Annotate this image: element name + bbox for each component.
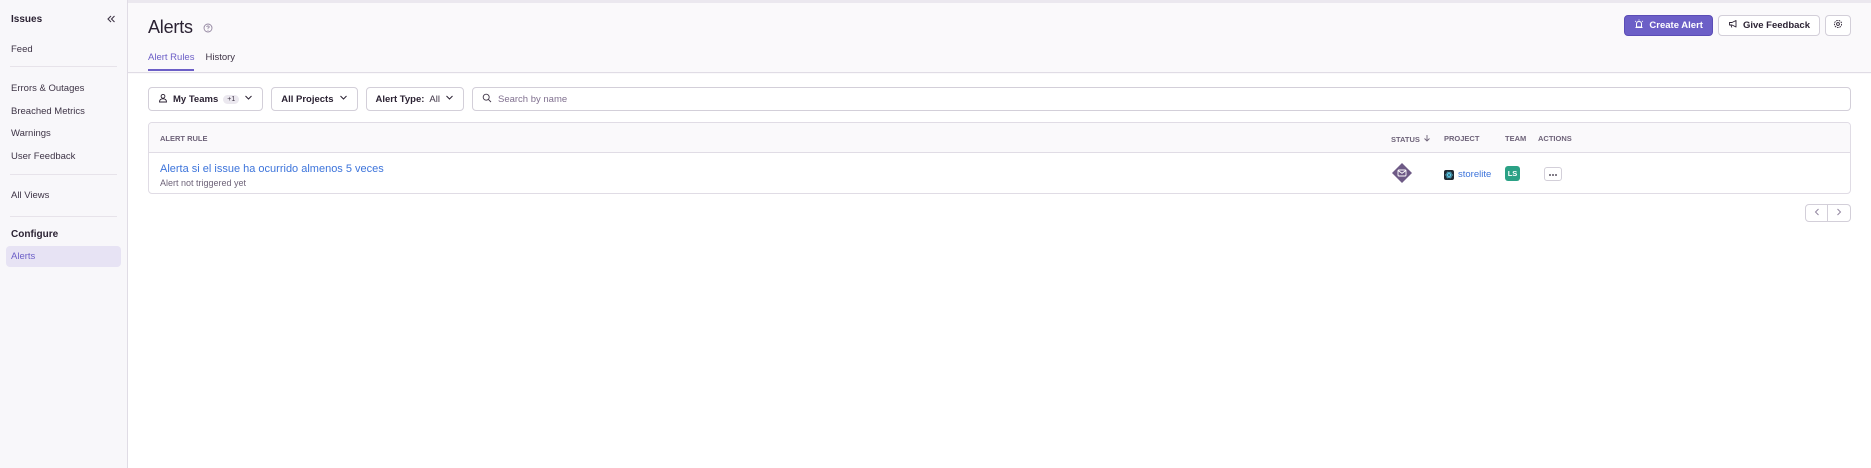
next-page-button[interactable]: [1828, 204, 1851, 222]
team-filter[interactable]: My Teams +1: [148, 87, 264, 111]
sidebar-item-warnings[interactable]: Warnings: [6, 123, 121, 144]
sidebar-item-alerts[interactable]: Alerts: [6, 246, 121, 267]
siren-icon: [1634, 19, 1644, 32]
react-icon: [1444, 169, 1454, 180]
alert-type-value: All: [429, 93, 440, 105]
tab-list: Alert Rules History: [148, 52, 235, 71]
project-name: storelite: [1458, 169, 1492, 180]
previous-page-button[interactable]: [1805, 204, 1828, 222]
page-title: Alerts: [148, 17, 193, 37]
column-header-alert-rule: Alert Rule: [160, 134, 208, 143]
filter-bar: My Teams +1 All Projects Alert Type: All: [148, 87, 1851, 111]
project-link[interactable]: storelite: [1444, 169, 1491, 180]
megaphone-icon: [1728, 19, 1738, 32]
sidebar-item-all-views[interactable]: All Views: [6, 185, 121, 206]
column-header-project: Project: [1444, 134, 1480, 143]
column-header-status[interactable]: Status: [1391, 134, 1431, 144]
chevron-left-icon: [1813, 207, 1821, 219]
give-feedback-button[interactable]: Give Feedback: [1717, 15, 1820, 36]
alert-type-label: Alert Type:: [375, 93, 425, 105]
sort-arrow-icon: [1423, 134, 1431, 144]
settings-button[interactable]: [1825, 15, 1851, 36]
main-content: My Teams +1 All Projects Alert Type: All: [128, 74, 1871, 468]
page-header: Alerts Alert Rules History Create Alert …: [128, 3, 1871, 73]
user-icon: [158, 93, 168, 106]
sidebar-item-errors-outages[interactable]: Errors & Outages: [6, 78, 121, 99]
sidebar-divider: [10, 216, 117, 217]
column-header-team: Team: [1505, 134, 1527, 143]
chevron-down-icon: [339, 93, 348, 105]
ellipsis-icon: [1548, 168, 1558, 180]
row-actions-button[interactable]: [1544, 167, 1562, 181]
collapse-sidebar-icon[interactable]: [105, 13, 117, 25]
tab-alert-rules[interactable]: Alert Rules: [148, 52, 195, 71]
alert-type-filter[interactable]: Alert Type: All: [365, 87, 464, 111]
alert-rule-link[interactable]: Alerta si el issue ha ocurrido almenos 5…: [160, 163, 384, 175]
give-feedback-label: Give Feedback: [1742, 20, 1810, 31]
chevron-down-icon: [244, 93, 253, 105]
sidebar-item-feed[interactable]: Feed: [6, 39, 121, 60]
project-filter[interactable]: All Projects: [271, 87, 358, 111]
alert-rule-status-text: Alert not triggered yet: [160, 178, 247, 188]
chevron-right-icon: [1835, 207, 1843, 219]
tab-history[interactable]: History: [205, 52, 235, 71]
help-icon[interactable]: [203, 23, 213, 33]
search-icon: [482, 93, 492, 106]
team-filter-label: My Teams: [173, 93, 219, 105]
sidebar-divider: [10, 174, 117, 175]
table-header: Alert Rule Status Project Team Actions: [149, 123, 1850, 153]
sidebar: Issues Feed Errors & Outages Breached Me…: [0, 0, 128, 468]
header-actions: Create Alert Give Feedback: [1624, 15, 1851, 36]
search-box: [471, 87, 1851, 111]
team-count-badge: +1: [223, 94, 240, 104]
sidebar-header: Issues: [11, 12, 117, 26]
project-filter-label: All Projects: [281, 93, 334, 105]
alert-rules-table: Alert Rule Status Project Team Actions A…: [148, 122, 1851, 194]
status-header-label: Status: [1391, 134, 1420, 144]
pagination: [1805, 204, 1851, 222]
chevron-down-icon: [445, 93, 454, 105]
create-alert-label: Create Alert: [1649, 20, 1703, 31]
team-avatar[interactable]: LS: [1505, 166, 1520, 181]
sidebar-section-configure: Configure: [11, 229, 59, 240]
sidebar-title: Issues: [11, 13, 43, 25]
sidebar-item-breached-metrics[interactable]: Breached Metrics: [6, 101, 121, 122]
sidebar-item-user-feedback[interactable]: User Feedback: [6, 146, 121, 167]
gear-icon: [1833, 19, 1843, 32]
column-header-actions: Actions: [1538, 134, 1572, 143]
sidebar-divider: [10, 66, 117, 67]
table-row: Alerta si el issue ha ocurrido almenos 5…: [149, 153, 1850, 193]
mail-icon: [1391, 162, 1413, 184]
create-alert-button[interactable]: Create Alert: [1624, 15, 1713, 36]
search-input[interactable]: [497, 93, 1841, 105]
